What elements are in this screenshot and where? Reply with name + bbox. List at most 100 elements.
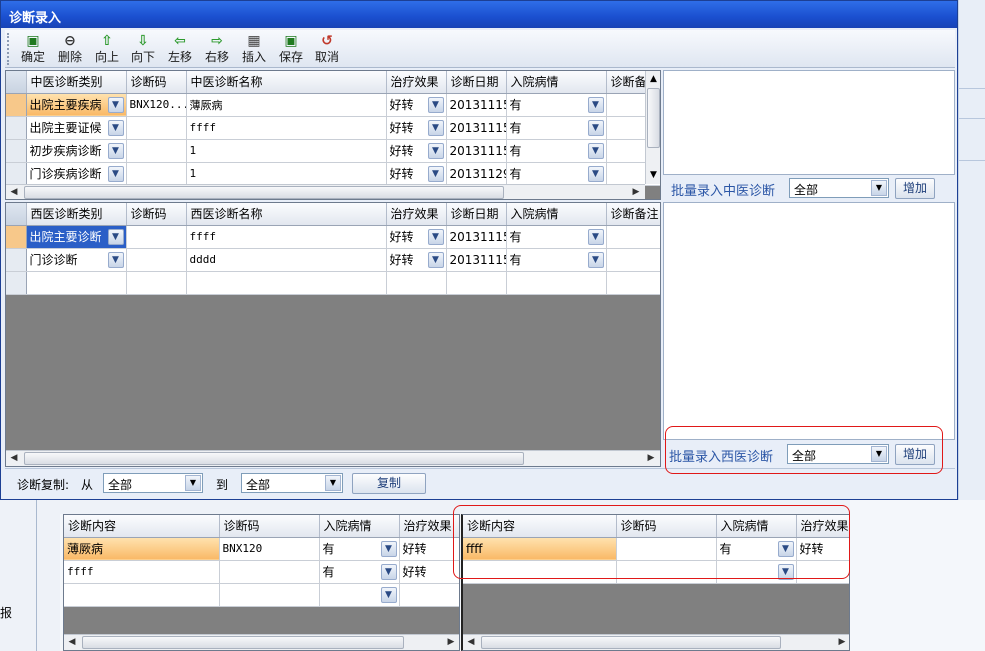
chevron-down-icon[interactable]: ▼	[185, 475, 201, 491]
table-cell[interactable]: 薄厥病	[64, 537, 220, 561]
table-cell[interactable]: ▼	[716, 560, 797, 584]
table-cell[interactable]	[616, 537, 717, 561]
scroll-left-icon[interactable]: ◀	[64, 635, 80, 650]
table-cell[interactable]	[126, 116, 187, 140]
toolbar-button-5[interactable]: ⇨ 右移	[199, 31, 235, 67]
table-row[interactable]: 门诊疾病诊断 ▼ 1 好转 ▼ 20131129 有 ▼	[6, 162, 660, 186]
chevron-down-icon[interactable]: ▼	[107, 96, 124, 113]
table-cell[interactable]: 出院主要诊断 ▼	[26, 225, 127, 249]
table-cell[interactable]: 初步疾病诊断 ▼	[26, 139, 127, 163]
table-cell[interactable]: 20131115	[446, 139, 507, 163]
table-cell[interactable]: 有 ▼	[716, 537, 797, 561]
row-header[interactable]	[6, 139, 27, 163]
column-header[interactable]: 西医诊断类别	[26, 203, 127, 226]
wm-batch-select[interactable]: 全部 ▼	[787, 444, 889, 464]
column-header[interactable]: 入院病情	[319, 515, 400, 538]
table-cell[interactable]: ▼	[319, 583, 400, 607]
scroll-thumb[interactable]	[24, 452, 524, 465]
column-header[interactable]: 治疗效果	[386, 203, 447, 226]
row-header[interactable]	[6, 225, 27, 249]
table-cell[interactable]: 好转 ▼	[386, 93, 447, 117]
column-header[interactable]: 诊断日期	[446, 203, 507, 226]
toolbar-button-4[interactable]: ⇦ 左移	[162, 31, 198, 67]
scroll-thumb[interactable]	[24, 186, 504, 199]
table-row[interactable]: ffff 有 ▼ 好转	[64, 560, 459, 584]
table-cell[interactable]	[446, 271, 507, 295]
scroll-right-icon[interactable]: ▶	[443, 635, 459, 650]
chevron-down-icon[interactable]: ▼	[427, 251, 444, 268]
table-cell[interactable]: 20131115	[446, 225, 507, 249]
table-cell[interactable]	[6, 271, 27, 295]
column-header[interactable]: 诊断内容	[463, 515, 617, 538]
table-cell[interactable]	[606, 271, 660, 295]
grid-corner[interactable]	[6, 71, 27, 94]
chevron-down-icon[interactable]: ▼	[107, 142, 124, 159]
wm-diagnosis-grid[interactable]: 西医诊断类别 诊断码 西医诊断名称 治疗效果 诊断日期 入院病情 诊断备注 出院主要诊断 ▼ f…	[5, 202, 661, 467]
bottom-right-grid[interactable]: 诊断内容 诊断码 入院病情 治疗效果 ffff 有 ▼ 好转 ▼ ◀ ▶	[461, 514, 850, 651]
scroll-thumb[interactable]	[647, 88, 660, 148]
table-cell[interactable]: 出院主要疾病 ▼	[26, 93, 127, 117]
chevron-down-icon[interactable]: ▼	[380, 540, 397, 557]
toolbar-button-0[interactable]: ▣ 确定	[15, 31, 51, 67]
chevron-down-icon[interactable]: ▼	[587, 251, 604, 268]
chevron-down-icon[interactable]: ▼	[871, 180, 887, 196]
toolbar-button-6[interactable]: ▦ 插入	[236, 31, 272, 67]
chevron-down-icon[interactable]: ▼	[325, 475, 341, 491]
row-header[interactable]	[6, 93, 27, 117]
tcm-hscroll[interactable]: ◀ ▶	[6, 184, 645, 199]
chevron-down-icon[interactable]: ▼	[380, 563, 397, 580]
table-cell[interactable]: 有 ▼	[319, 537, 400, 561]
chevron-down-icon[interactable]: ▼	[107, 228, 124, 245]
table-row[interactable]: 出院主要疾病 ▼ BNX120... 薄厥病 好转 ▼ 20131115 有 ▼	[6, 93, 660, 117]
chevron-down-icon[interactable]: ▼	[587, 165, 604, 182]
copy-from-select[interactable]: 全部 ▼	[103, 473, 203, 493]
table-cell[interactable]: 有 ▼	[506, 162, 607, 186]
chevron-down-icon[interactable]: ▼	[107, 251, 124, 268]
table-cell[interactable]	[616, 560, 717, 584]
table-cell[interactable]: 有 ▼	[319, 560, 400, 584]
chevron-down-icon[interactable]: ▼	[777, 540, 794, 557]
column-header[interactable]: 诊断码	[126, 71, 187, 94]
table-cell[interactable]: ffff	[463, 537, 617, 561]
chevron-down-icon[interactable]: ▼	[380, 586, 397, 603]
table-cell[interactable]	[796, 560, 849, 584]
table-cell[interactable]: 1	[186, 139, 387, 163]
wm-hscroll[interactable]: ◀ ▶	[6, 450, 660, 466]
table-cell[interactable]: BNX120	[219, 537, 320, 561]
table-cell[interactable]	[126, 139, 187, 163]
table-cell[interactable]: 好转	[399, 560, 459, 584]
bottom-left-hscroll[interactable]: ◀ ▶	[64, 634, 459, 650]
table-cell[interactable]: 有 ▼	[506, 93, 607, 117]
table-row[interactable]: ▼	[64, 583, 459, 607]
table-cell[interactable]	[64, 583, 220, 607]
table-row[interactable]: 出院主要证候 ▼ ffff 好转 ▼ 20131115 有 ▼	[6, 116, 660, 140]
table-row[interactable]: ▼	[463, 560, 849, 584]
chevron-down-icon[interactable]: ▼	[107, 165, 124, 182]
table-cell[interactable]: 有 ▼	[506, 139, 607, 163]
table-cell[interactable]: 好转 ▼	[386, 139, 447, 163]
scroll-right-icon[interactable]: ▶	[834, 635, 849, 650]
table-row[interactable]: 薄厥病 BNX120 有 ▼ 好转	[64, 537, 459, 561]
table-cell[interactable]	[126, 271, 187, 295]
table-cell[interactable]: ffff	[186, 225, 387, 249]
chevron-down-icon[interactable]: ▼	[107, 119, 124, 136]
chevron-down-icon[interactable]: ▼	[427, 142, 444, 159]
chevron-down-icon[interactable]: ▼	[427, 228, 444, 245]
scroll-up-icon[interactable]: ▲	[646, 71, 660, 87]
column-header[interactable]: 入院病情	[506, 203, 607, 226]
table-cell[interactable]: 出院主要证候 ▼	[26, 116, 127, 140]
column-header[interactable]: 入院病情	[716, 515, 797, 538]
chevron-down-icon[interactable]: ▼	[587, 119, 604, 136]
chevron-down-icon[interactable]: ▼	[777, 563, 794, 580]
table-cell[interactable]	[399, 583, 459, 607]
row-header[interactable]	[6, 116, 27, 140]
table-cell[interactable]: 好转 ▼	[386, 162, 447, 186]
wm-add-button[interactable]: 增加	[895, 444, 935, 465]
toolbar-button-2[interactable]: ⇧ 向上	[89, 31, 125, 67]
table-cell[interactable]: 有 ▼	[506, 225, 607, 249]
row-header[interactable]	[6, 162, 27, 186]
column-header[interactable]: 诊断内容	[64, 515, 220, 538]
table-cell[interactable]	[126, 162, 187, 186]
toolbar-button-1[interactable]: ⊖ 删除	[52, 31, 88, 67]
table-cell[interactable]	[186, 271, 387, 295]
